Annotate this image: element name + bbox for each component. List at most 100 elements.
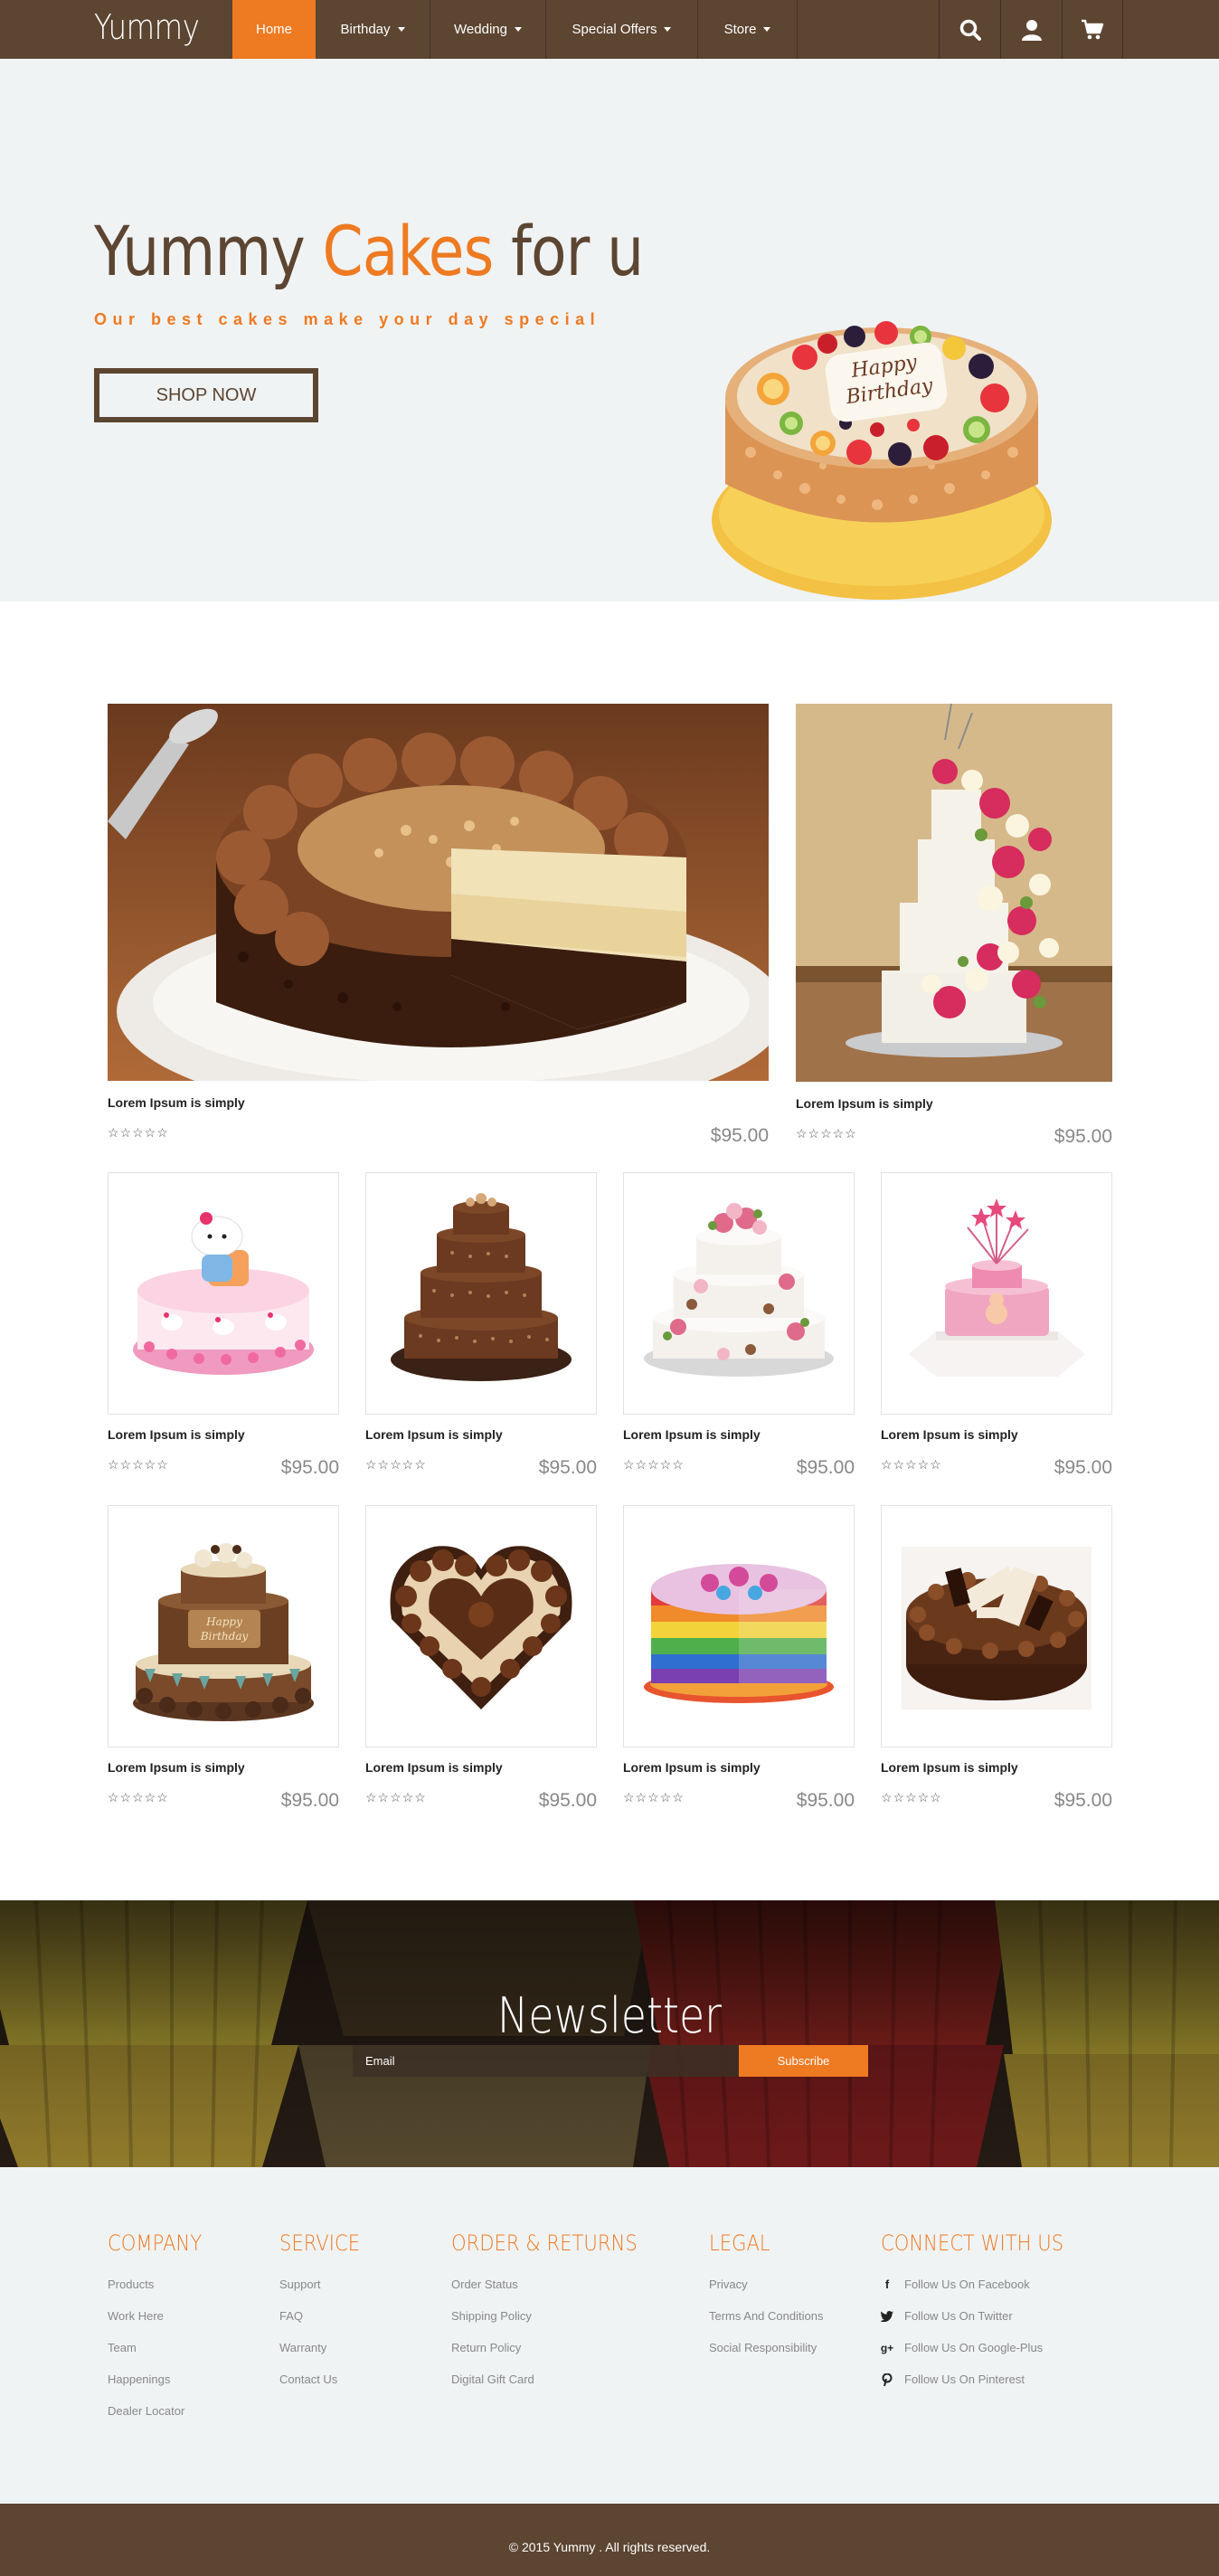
footer-column-legal: LEGAL Privacy Terms And Conditions Socia… — [709, 2230, 823, 2372]
footer-social-link[interactable]: g+ Follow Us On Google-Plus — [881, 2341, 1089, 2354]
nav-item-birthday[interactable]: Birthday — [316, 0, 430, 59]
rating-stars[interactable]: ☆☆☆☆☆ — [623, 1790, 685, 1805]
footer-link[interactable]: Support — [279, 2278, 371, 2291]
footer-column-orders: ORDER & RETURNS Order Status Shipping Po… — [451, 2230, 663, 2404]
footer-link[interactable]: Social Responsibility — [709, 2341, 823, 2354]
product-name[interactable]: Lorem Ipsum is simply — [881, 1427, 1018, 1442]
rating-stars[interactable]: ☆☆☆☆☆ — [881, 1457, 942, 1473]
chevron-down-icon — [397, 27, 405, 32]
footer-heading: COMPANY — [108, 2230, 203, 2256]
product-tile[interactable] — [108, 1172, 339, 1415]
product-tile[interactable] — [365, 1505, 597, 1747]
footer-link[interactable]: Products — [108, 2278, 214, 2291]
product-name[interactable]: Lorem Ipsum is simply — [623, 1760, 761, 1775]
product-image — [902, 1547, 1091, 1709]
nav-item-special-offers[interactable]: Special Offers — [546, 0, 698, 59]
nav-label: Wedding — [454, 22, 507, 37]
footer-link[interactable]: Digital Gift Card — [451, 2372, 663, 2386]
social-label: Follow Us On Pinterest — [904, 2372, 1025, 2386]
product-tile[interactable] — [365, 1172, 597, 1415]
product-image — [133, 1212, 314, 1375]
google-plus-icon: g+ — [880, 2341, 894, 2354]
twitter-icon — [881, 2309, 893, 2323]
rating-stars[interactable]: ☆☆☆☆☆ — [108, 1457, 169, 1473]
product-name[interactable]: Lorem Ipsum is simply — [108, 1427, 245, 1442]
product-image — [909, 1198, 1085, 1377]
footer-link[interactable]: Order Status — [451, 2278, 663, 2291]
footer-link[interactable]: Work Here — [108, 2309, 214, 2323]
product-tile[interactable] — [623, 1505, 855, 1747]
site-logo[interactable]: Yummy — [94, 7, 200, 47]
newsletter-section: Newsletter Subscribe — [0, 1900, 1219, 2167]
footer-column-company: COMPANY Products Work Here Team Happenin… — [108, 2230, 214, 2436]
product-name[interactable]: Lorem Ipsum is simply — [796, 1096, 933, 1111]
product-name[interactable]: Lorem Ipsum is simply — [108, 1095, 245, 1110]
footer-social-link[interactable]: Follow Us On Pinterest — [881, 2372, 1089, 2386]
footer-link[interactable]: Dealer Locator — [108, 2404, 214, 2418]
product-price: $95.00 — [710, 1125, 769, 1146]
footer-link[interactable]: Contact Us — [279, 2372, 371, 2386]
account-button[interactable] — [1000, 0, 1062, 59]
product-name[interactable]: Lorem Ipsum is simply — [365, 1427, 503, 1442]
nav-item-wedding[interactable]: Wedding — [430, 0, 546, 59]
subscribe-button[interactable]: Subscribe — [739, 2045, 868, 2077]
product-tile[interactable]: Happy Birthday — [108, 1505, 339, 1747]
social-label: Follow Us On Facebook — [904, 2278, 1030, 2291]
shop-now-button[interactable]: SHOP NOW — [94, 368, 318, 422]
product-tile[interactable] — [881, 1172, 1112, 1415]
nav-label: Special Offers — [572, 22, 657, 37]
footer-link[interactable]: Return Policy — [451, 2341, 663, 2354]
chevron-down-icon — [514, 27, 522, 32]
footer-link[interactable]: Shipping Policy — [451, 2309, 663, 2323]
rating-stars[interactable]: ☆☆☆☆☆ — [623, 1457, 685, 1473]
product-name[interactable]: Lorem Ipsum is simply — [881, 1760, 1018, 1775]
nav-label: Home — [255, 22, 292, 37]
cart-icon — [1082, 19, 1104, 39]
rating-stars[interactable]: ☆☆☆☆☆ — [796, 1126, 857, 1141]
hero-subtitle: Our best cakes make your day special — [94, 310, 601, 328]
footer-social-link[interactable]: Follow Us On Twitter — [881, 2309, 1089, 2323]
rating-stars[interactable]: ☆☆☆☆☆ — [108, 1125, 169, 1141]
footer-heading: ORDER & RETURNS — [451, 2230, 638, 2256]
footer-link[interactable]: Privacy — [709, 2278, 823, 2291]
rating-stars[interactable]: ☆☆☆☆☆ — [365, 1457, 427, 1473]
product-name[interactable]: Lorem Ipsum is simply — [623, 1427, 761, 1442]
pinterest-icon — [881, 2372, 893, 2386]
product-tile[interactable] — [623, 1172, 855, 1415]
rating-stars[interactable]: ☆☆☆☆☆ — [881, 1790, 942, 1805]
hero-title: Yummy Cakes for u — [94, 211, 644, 291]
birthday-cake-image: Happy Birthday — [712, 321, 1052, 600]
footer-link[interactable]: Terms And Conditions — [709, 2309, 823, 2323]
product-image — [390, 1546, 572, 1709]
copyright-bar: © 2015 Yummy . All rights reserved. — [0, 2504, 1219, 2576]
product-tile[interactable] — [881, 1505, 1112, 1747]
footer-social-link[interactable]: f Follow Us On Facebook — [881, 2278, 1089, 2291]
product-image[interactable] — [796, 704, 1112, 1082]
footer-heading: CONNECT WITH US — [881, 2230, 1064, 2256]
product-price: $95.00 — [280, 1790, 339, 1811]
footer: COMPANY Products Work Here Team Happenin… — [0, 2167, 1219, 2504]
footer-column-service: SERVICE Support FAQ Warranty Contact Us — [279, 2230, 371, 2404]
product-name[interactable]: Lorem Ipsum is simply — [108, 1760, 245, 1775]
user-icon — [1021, 19, 1042, 41]
cart-button[interactable] — [1062, 0, 1123, 59]
product-price: $95.00 — [1054, 1126, 1112, 1147]
footer-column-connect: CONNECT WITH US f Follow Us On Facebook … — [881, 2230, 1089, 2404]
rating-stars[interactable]: ☆☆☆☆☆ — [108, 1790, 169, 1805]
product-image[interactable] — [108, 704, 769, 1081]
rating-stars[interactable]: ☆☆☆☆☆ — [365, 1790, 427, 1805]
social-label: Follow Us On Twitter — [904, 2309, 1013, 2323]
footer-link[interactable]: Happenings — [108, 2372, 214, 2386]
svg-text:Birthday: Birthday — [200, 1630, 249, 1643]
product-name[interactable]: Lorem Ipsum is simply — [365, 1760, 503, 1775]
newsletter-title: Newsletter — [496, 1987, 723, 2044]
search-button[interactable] — [939, 0, 1000, 59]
footer-link[interactable]: Team — [108, 2341, 214, 2354]
nav-item-home[interactable]: Home — [232, 0, 316, 59]
email-input[interactable] — [353, 2045, 739, 2077]
chevron-down-icon — [664, 27, 672, 32]
nav-item-store[interactable]: Store — [698, 0, 798, 59]
footer-link[interactable]: Warranty — [279, 2341, 371, 2354]
footer-link[interactable]: FAQ — [279, 2309, 371, 2323]
hero-section: Yummy Cakes for u Our best cakes make yo… — [0, 59, 1219, 601]
